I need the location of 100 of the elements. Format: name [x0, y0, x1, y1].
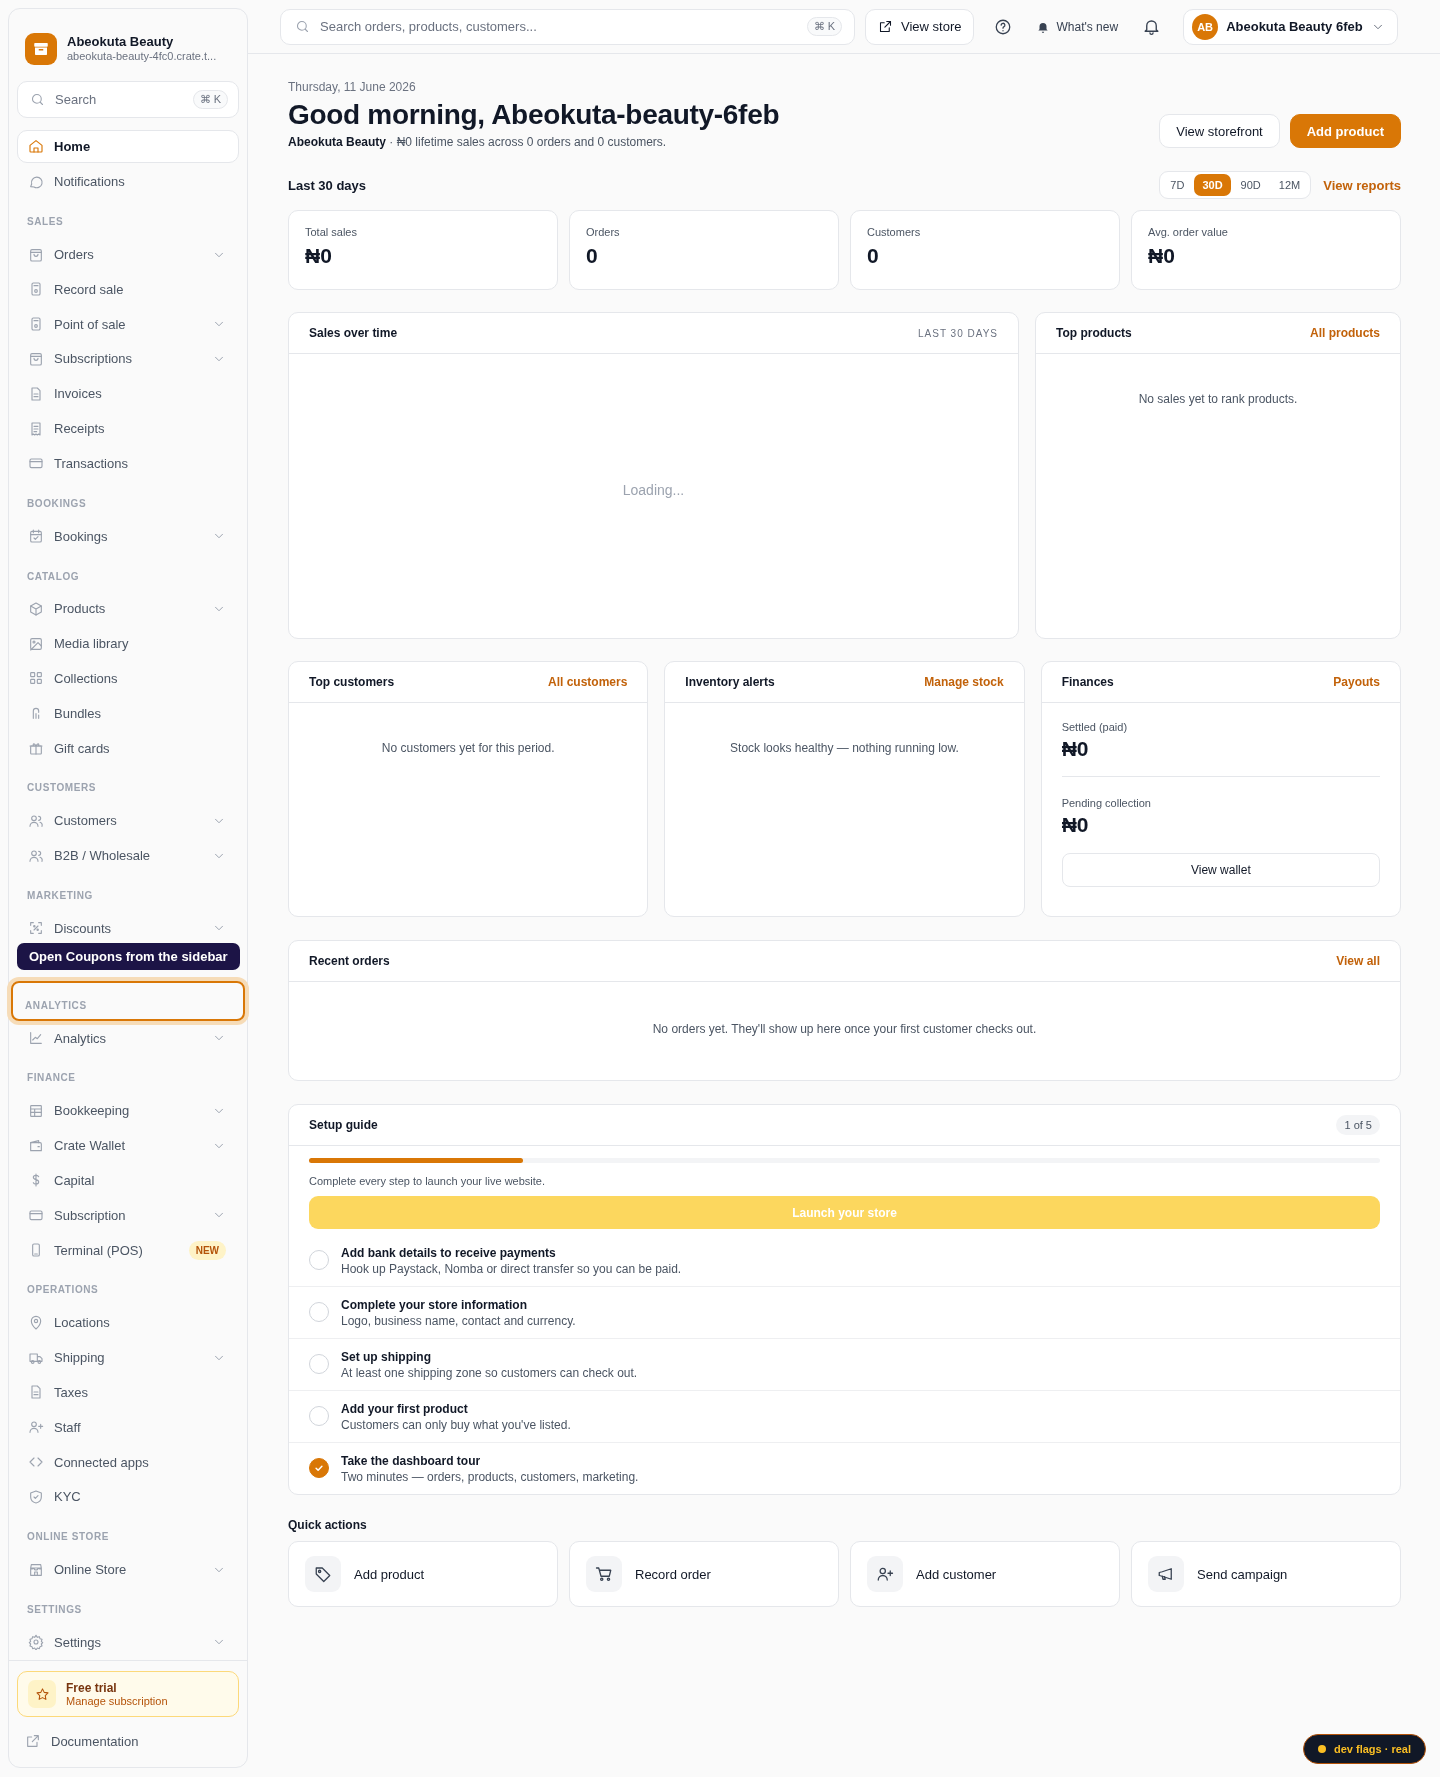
account-menu[interactable]: AB Abeokuta Beauty 6feb	[1183, 8, 1398, 45]
card-link[interactable]: Manage stock	[924, 675, 1004, 689]
sidebar-item[interactable]: Invoices	[17, 376, 239, 412]
balance-label: Settled (paid)	[1061, 721, 1129, 733]
whats-new-button[interactable]: What's new	[1032, 15, 1123, 38]
sidebar-item[interactable]: Products	[17, 591, 239, 627]
sidebar-item[interactable]: Record sale	[17, 271, 239, 307]
sidebar-item[interactable]: Subscriptions	[17, 341, 239, 377]
quick-action-button[interactable]: Record order	[569, 1541, 839, 1607]
shortcut-key: ⌘ K	[806, 17, 842, 36]
sidebar-item[interactable]: B2B / Wholesale	[17, 838, 239, 874]
image-icon	[28, 635, 44, 652]
dev-flags-badge[interactable]: dev flags · real	[1302, 1734, 1426, 1764]
loading-text: Loading...	[621, 481, 686, 498]
grid-icon	[28, 670, 44, 687]
sidebar-item[interactable]: Home	[17, 129, 239, 164]
card-link[interactable]: Payouts	[1333, 675, 1380, 689]
balance-value: ₦0	[1061, 813, 1090, 837]
view-wallet-button[interactable]: View wallet	[1061, 853, 1380, 887]
sidebar-item[interactable]: Staff	[17, 1409, 239, 1445]
sidebar-item[interactable]: Locations	[17, 1305, 239, 1341]
tag-icon	[314, 1565, 332, 1583]
search-field[interactable]: Search ⌘ K	[17, 80, 239, 118]
help-icon	[994, 17, 1013, 36]
users-icon	[28, 847, 44, 864]
sidebar-item[interactable]: Terminal (POS) NEW	[17, 1232, 239, 1268]
document-icon	[28, 1384, 44, 1401]
range-tab[interactable]: 90D	[1232, 174, 1269, 196]
store-logo	[25, 32, 57, 65]
date-label: Thursday, 11 June 2026	[288, 80, 417, 94]
sidebar-item[interactable]: Crate Wallet	[17, 1128, 239, 1164]
step-description: Customers can only buy what you've listed.	[341, 1417, 571, 1433]
sidebar-item[interactable]: Bookings	[17, 518, 239, 554]
metric-value: 0	[586, 244, 599, 268]
section-title: Quick actions	[288, 1518, 368, 1532]
wallet-icon	[28, 1137, 44, 1154]
section-label: MARKETING	[26, 889, 94, 904]
step-count: 1 of 5	[1336, 1115, 1380, 1135]
pin-icon	[28, 1314, 44, 1331]
card-link[interactable]: All products	[1310, 326, 1380, 340]
star-icon	[34, 1686, 50, 1702]
sidebar-item[interactable]: Collections	[17, 661, 239, 696]
sidebar-item[interactable]: Bookkeeping	[17, 1093, 239, 1129]
sidebar-item[interactable]: Point of sale	[17, 306, 239, 342]
sidebar-item[interactable]: Bundles	[17, 695, 239, 731]
sidebar-item[interactable]: KYC	[17, 1479, 239, 1515]
card-link[interactable]: All customers	[547, 675, 628, 689]
storefront-icon	[28, 1561, 44, 1578]
card-title: Top customers	[309, 675, 395, 689]
terminal-icon	[28, 316, 44, 333]
step-description: Hook up Paystack, Nomba or direct transfer so you can be paid.	[341, 1261, 682, 1277]
speech-bubble-icon	[28, 173, 44, 190]
sidebar-item[interactable]: Notifications	[17, 164, 239, 200]
section-label: OPERATIONS	[26, 1283, 100, 1298]
bag-icon	[28, 350, 44, 367]
card-link[interactable]: View all	[1336, 954, 1380, 968]
sidebar-item[interactable]: Media library	[17, 626, 239, 662]
step-checkbox[interactable]	[309, 1458, 329, 1478]
user-plus-icon	[28, 1419, 44, 1436]
sidebar-item[interactable]: Settings	[17, 1625, 239, 1660]
sidebar-item[interactable]: Connected apps	[17, 1444, 239, 1480]
search-field[interactable]: Search orders, products, customers... ⌘ K	[280, 8, 855, 45]
trial-card[interactable]: Free trial Manage subscription	[17, 1671, 239, 1717]
sidebar-item[interactable]: Online Store	[17, 1552, 239, 1588]
users-icon	[28, 812, 44, 829]
view-reports-link[interactable]: View reports	[1323, 177, 1401, 193]
calendar-icon	[28, 528, 44, 545]
documentation-link[interactable]: Documentation	[17, 1729, 239, 1753]
empty-message: Stock looks healthy — nothing running low.	[729, 740, 960, 755]
sidebar-item[interactable]: Gift cards	[17, 730, 239, 766]
step-description: Two minutes — orders, products, customers, marketing.	[341, 1469, 639, 1485]
balance-label: Pending collection	[1061, 797, 1152, 809]
sidebar-item[interactable]: Subscription	[17, 1197, 239, 1233]
step-description: Logo, business name, contact and currency.	[341, 1313, 576, 1329]
sidebar-item[interactable]: Customers	[17, 803, 239, 839]
quick-action-button[interactable]: Add product	[288, 1541, 558, 1607]
period-label: Last 30 days	[288, 177, 368, 193]
sidebar-item[interactable]: Taxes	[17, 1375, 239, 1410]
sidebar-item[interactable]: Capital	[17, 1163, 239, 1198]
search-icon	[30, 91, 45, 107]
step-title: Complete your store information	[341, 1297, 529, 1313]
receipt-icon	[28, 420, 44, 437]
trial-link[interactable]: Manage subscription	[66, 1694, 168, 1708]
sidebar-item[interactable]: Transactions	[17, 445, 239, 481]
sidebar-item[interactable]: Receipts	[17, 411, 239, 446]
section-label: SALES	[26, 215, 65, 230]
quick-action-button[interactable]: Send campaign	[1131, 1541, 1401, 1607]
secondary-button[interactable]: View storefront	[1159, 114, 1280, 148]
card-title: Finances	[1061, 675, 1114, 689]
view-store-button[interactable]: View store	[865, 8, 975, 45]
megaphone-icon	[1157, 1565, 1175, 1583]
sidebar-item[interactable]: Analytics	[17, 1020, 239, 1056]
sidebar-item[interactable]: Orders	[17, 237, 239, 272]
card-title: Inventory alerts	[685, 675, 775, 689]
range-tab[interactable]: 12M	[1270, 174, 1309, 196]
quick-action-button[interactable]: Add customer	[850, 1541, 1120, 1607]
metric-label: Customers	[867, 226, 922, 238]
range-tab[interactable]: 7D	[1162, 174, 1193, 196]
step-title: Set up shipping	[341, 1349, 432, 1365]
sidebar-item[interactable]: Shipping	[17, 1340, 239, 1376]
